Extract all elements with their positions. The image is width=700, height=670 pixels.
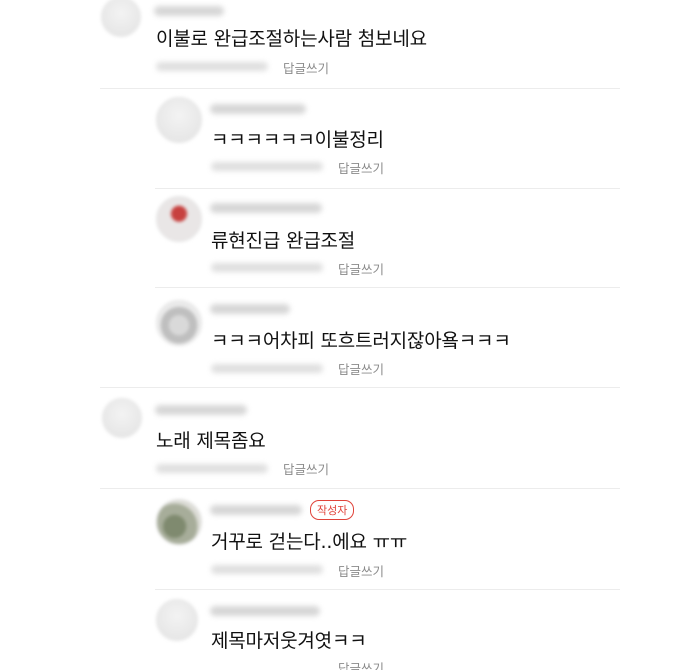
comment-text: 거꾸로 걷는다..에요 ㅠㅠ [211, 531, 408, 553]
user-avatar[interactable] [156, 97, 202, 143]
user-avatar[interactable] [156, 499, 202, 545]
reply-button[interactable]: 답글쓰기 [338, 561, 384, 580]
reply-button[interactable]: 답글쓰기 [338, 259, 384, 278]
user-avatar[interactable] [156, 196, 202, 242]
user-avatar[interactable] [101, 0, 141, 37]
blurred-username [155, 405, 247, 415]
reply-button[interactable]: 답글쓰기 [338, 158, 384, 177]
comment-text: 이불로 완급조절하는사람 첨보네요 [156, 28, 427, 50]
reply-button[interactable]: 답글쓰기 [338, 658, 384, 670]
comment-text: ㅋㅋㅋㅋㅋㅋ이불정리 [211, 129, 384, 151]
comment-text: ㅋㅋㅋ어차피 또흐트러지잖아욬ㅋㅋㅋ [211, 330, 511, 352]
comment-list: 이불로 완급조절하는사람 첨보네요 답글쓰기 ㅋㅋㅋㅋㅋㅋ이불정리 답글쓰기 류… [0, 0, 700, 670]
divider [155, 287, 620, 288]
user-avatar[interactable] [156, 599, 198, 641]
reply-button[interactable]: 답글쓰기 [283, 58, 329, 77]
user-avatar[interactable] [156, 300, 202, 346]
blurred-username [210, 104, 306, 114]
reply-button[interactable]: 답글쓰기 [283, 459, 329, 478]
blurred-username [154, 6, 224, 16]
comment-text: 류현진급 완급조절 [211, 230, 356, 252]
divider [100, 88, 620, 89]
author-badge: 작성자 [310, 500, 355, 520]
blurred-username [210, 505, 302, 515]
blurred-timestamp [211, 263, 323, 272]
reply-button[interactable]: 답글쓰기 [338, 359, 384, 378]
blurred-timestamp [156, 62, 268, 71]
user-avatar[interactable] [102, 398, 142, 438]
divider [100, 488, 620, 489]
blurred-username [210, 606, 320, 616]
comment-text: 노래 제목좀요 [156, 430, 266, 452]
blurred-timestamp [211, 565, 323, 574]
blurred-username [210, 203, 322, 213]
divider [155, 589, 620, 590]
divider [100, 387, 620, 388]
comment-text: 제목마저웃겨엿ㅋㅋ [211, 630, 367, 652]
divider [155, 188, 620, 189]
blurred-timestamp [211, 162, 323, 171]
blurred-username [210, 304, 290, 314]
blurred-timestamp [156, 464, 268, 473]
blurred-timestamp [211, 364, 323, 373]
